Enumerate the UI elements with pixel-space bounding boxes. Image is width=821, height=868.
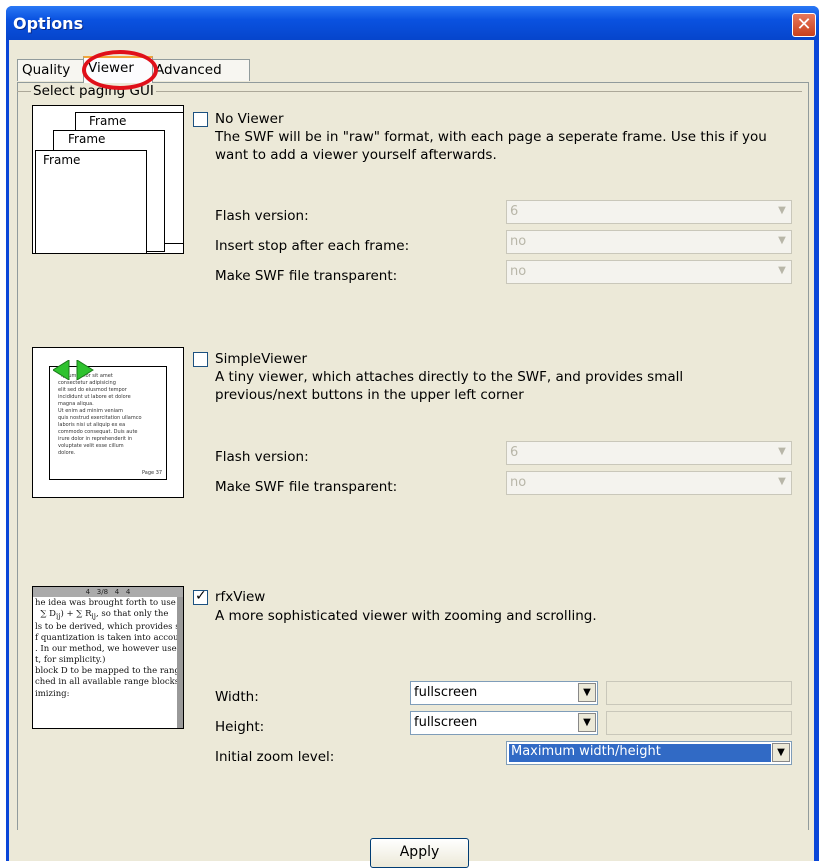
select-value: 6 [510, 445, 519, 460]
transparent-label: Make SWF file transparent: [215, 268, 398, 284]
rfxview-scrollbar [177, 597, 183, 728]
rfxview-toolbar: 4 3/8 4 4 [33, 587, 183, 597]
chevron-down-icon[interactable]: ▼ [578, 713, 596, 732]
width-select[interactable]: fullscreen ▼ [410, 681, 598, 705]
height-input[interactable] [606, 711, 792, 735]
height-select[interactable]: fullscreen ▼ [410, 711, 598, 735]
apply-button[interactable]: Apply [370, 838, 469, 868]
frame-front: Frame [35, 150, 147, 253]
insert-stop-label: Insert stop after each frame: [215, 238, 410, 254]
tab-quality[interactable]: Quality [17, 59, 85, 81]
chevron-down-icon[interactable]: ▼ [774, 262, 790, 280]
chevron-down-icon[interactable]: ▼ [578, 683, 596, 702]
description-line: previous/next buttons in the upper left … [215, 387, 524, 403]
title-bar[interactable]: Options ✕ [6, 6, 819, 40]
simple-flash-version-select[interactable]: 6 ▼ [506, 441, 792, 465]
rfxview-checkbox[interactable]: ✓ [193, 588, 208, 605]
prev-next-arrows-icon [53, 360, 94, 380]
frame-label: Frame [89, 114, 127, 128]
select-value: no [510, 264, 527, 279]
flash-version-select[interactable]: 6 ▼ [506, 200, 792, 224]
description-line: A tiny viewer, which attaches directly t… [215, 369, 684, 385]
chevron-down-icon[interactable]: ▼ [774, 443, 790, 461]
no-viewer-preview: Frame Frame Frame [32, 105, 184, 254]
insert-stop-select[interactable]: no ▼ [506, 230, 792, 254]
chevron-down-icon[interactable]: ▼ [772, 743, 790, 762]
highlight-circle [82, 50, 158, 90]
chevron-down-icon[interactable]: ▼ [774, 202, 790, 220]
select-value: 6 [510, 204, 519, 219]
flash-version-label: Flash version: [215, 208, 309, 224]
chevron-down-icon[interactable]: ▼ [774, 232, 790, 250]
simple-flash-version-label: Flash version: [215, 449, 309, 465]
select-value: fullscreen [414, 685, 478, 700]
select-value: no [510, 234, 527, 249]
rfxview-label: rfxView [215, 589, 266, 605]
zoom-level-select[interactable]: Maximum width/height ▼ [506, 741, 792, 765]
options-window: Options ✕ Quality Viewer Advanced Select… [6, 6, 819, 868]
no-viewer-description: The SWF will be in "raw" format, with ea… [215, 128, 767, 164]
frame-label: Frame [68, 132, 106, 146]
dialog-client-area: Quality Viewer Advanced Select paging GU… [9, 40, 814, 868]
no-viewer-checkbox[interactable] [193, 112, 208, 127]
height-label: Height: [215, 719, 265, 735]
rfxview-description: A more sophisticated viewer with zooming… [215, 608, 597, 624]
simple-viewer-label: SimpleViewer [215, 351, 307, 367]
description-line: The SWF will be in "raw" format, with ea… [215, 129, 767, 145]
simple-viewer-checkbox[interactable] [193, 352, 208, 367]
page-preview: ipsum dolor sit amet consectetur adipisi… [49, 366, 167, 480]
transparent-select[interactable]: no ▼ [506, 260, 792, 284]
tab-advanced[interactable]: Advanced [150, 59, 250, 81]
simple-transparent-label: Make SWF file transparent: [215, 479, 398, 495]
page-number: Page 37 [142, 470, 163, 476]
no-viewer-label: No Viewer [215, 111, 284, 127]
select-value: no [510, 475, 527, 490]
select-value: Maximum width/height [509, 744, 771, 762]
select-value: fullscreen [414, 715, 478, 730]
page-text-lines: ipsum dolor sit amet consectetur adipisi… [58, 373, 142, 456]
zoom-level-label: Initial zoom level: [215, 749, 335, 765]
description-line: want to add a viewer yourself afterwards… [215, 147, 497, 163]
simple-viewer-preview: ipsum dolor sit amet consectetur adipisi… [32, 347, 184, 498]
rfxview-preview: 4 3/8 4 4 he idea was brought forth to u… [32, 586, 184, 729]
width-input[interactable] [606, 681, 792, 705]
document-text: he idea was brought forth to use the f ∑… [35, 598, 184, 700]
simple-viewer-description: A tiny viewer, which attaches directly t… [215, 368, 683, 404]
simple-transparent-select[interactable]: no ▼ [506, 471, 792, 495]
frame-label: Frame [43, 153, 81, 167]
chevron-down-icon[interactable]: ▼ [774, 473, 790, 491]
close-icon[interactable]: ✕ [792, 13, 816, 37]
window-title: Options [13, 14, 84, 33]
width-label: Width: [215, 689, 259, 705]
